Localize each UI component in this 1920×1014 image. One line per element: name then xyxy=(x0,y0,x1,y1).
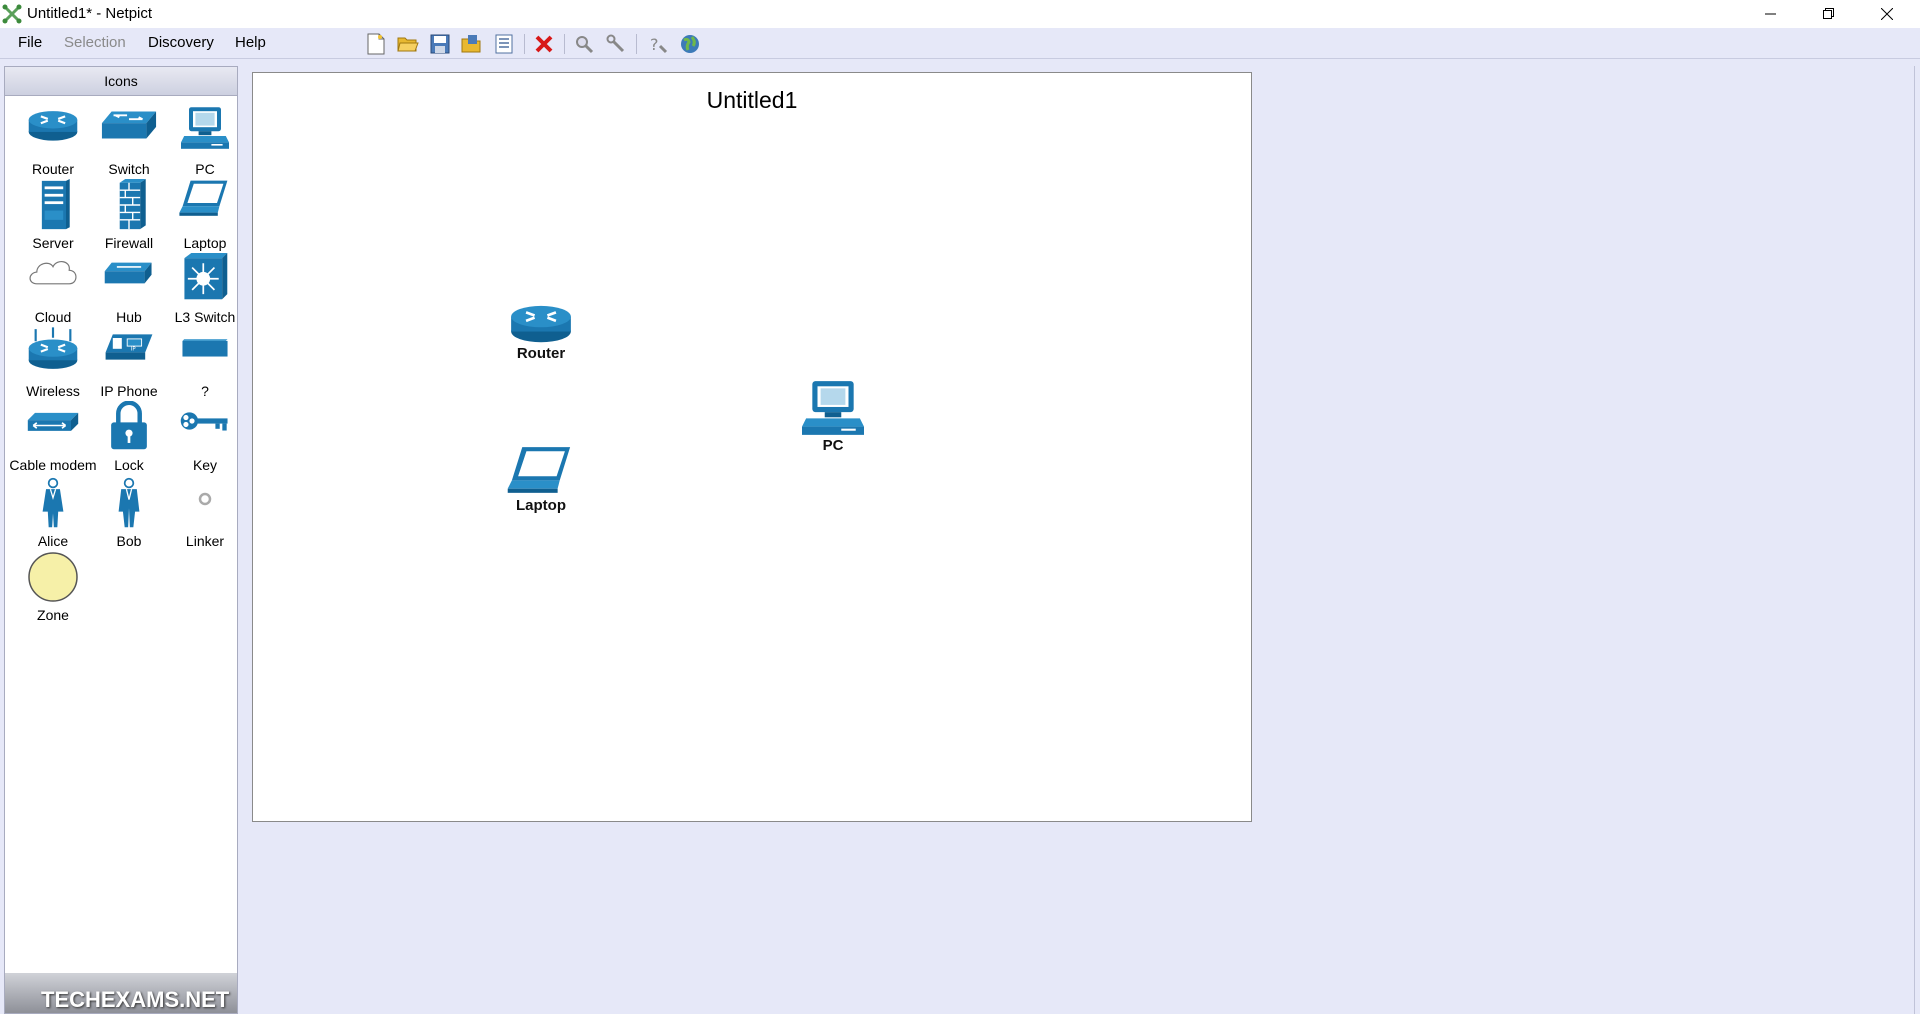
techexams-logo: TECHEXAMS.NET xyxy=(5,973,237,1013)
save-button[interactable] xyxy=(428,32,452,56)
node-label: Laptop xyxy=(516,497,566,514)
linker-icon xyxy=(198,492,212,506)
save-disk-icon xyxy=(430,34,450,54)
switch-icon xyxy=(100,105,158,145)
key-icon xyxy=(179,401,231,441)
wrench-icon xyxy=(606,34,625,53)
cable-modem-icon xyxy=(26,401,80,441)
palette-linker[interactable]: Linker xyxy=(165,477,245,549)
menu-selection[interactable]: Selection xyxy=(64,34,126,51)
laptop-icon xyxy=(505,445,577,497)
diagram-node-router[interactable]: Router xyxy=(501,301,581,362)
minimize-icon xyxy=(1765,13,1776,15)
diagram-node-laptop[interactable]: Laptop xyxy=(499,445,583,514)
netpict-logo-icon xyxy=(2,4,22,24)
palette-label: L3 Switch xyxy=(174,309,236,325)
search-icon xyxy=(576,36,594,54)
minimize-button[interactable] xyxy=(1742,0,1800,28)
palette-label: Linker xyxy=(185,533,225,549)
window-title: Untitled1* - Netpict xyxy=(27,5,153,22)
diagram-node-pc[interactable]: PC xyxy=(793,379,873,454)
palette-key[interactable]: Key xyxy=(165,401,245,473)
node-label: Router xyxy=(516,345,566,362)
node-label: PC xyxy=(822,437,844,454)
new-document-icon xyxy=(367,33,385,55)
wireless-router-icon xyxy=(27,327,79,371)
svg-text:?: ? xyxy=(650,35,659,54)
server-icon xyxy=(33,179,73,231)
close-icon xyxy=(1881,8,1893,20)
search-button[interactable] xyxy=(572,32,596,56)
export-button[interactable] xyxy=(460,32,484,56)
diagram-title[interactable]: Untitled1 xyxy=(253,87,1251,114)
palette-zone[interactable]: Zone xyxy=(13,551,93,623)
menu-bar: File Selection Discovery Help ? xyxy=(0,28,1920,59)
icons-panel-header: Icons xyxy=(5,67,237,96)
title-bar: Untitled1* - Netpict xyxy=(0,0,1920,28)
diagram-page[interactable]: Untitled1 Router PC Laptop xyxy=(252,72,1252,822)
zone-icon xyxy=(27,551,79,603)
delete-button[interactable] xyxy=(532,32,556,56)
restore-icon xyxy=(1823,8,1834,19)
woman-icon xyxy=(40,477,66,529)
palette-generic-device[interactable]: ? xyxy=(165,327,245,399)
help-button[interactable]: ? xyxy=(646,32,670,56)
palette-l3-switch[interactable]: L3 Switch xyxy=(165,253,245,325)
palette-label: Key xyxy=(192,457,218,473)
menu-help[interactable]: Help xyxy=(235,34,266,51)
close-button[interactable] xyxy=(1858,0,1916,28)
vertical-scrollbar[interactable] xyxy=(1914,66,1920,1014)
pc-icon xyxy=(181,105,229,151)
lock-icon xyxy=(108,401,150,451)
tools-button[interactable] xyxy=(604,32,628,56)
firewall-icon xyxy=(109,179,149,231)
icons-panel: Icons Router Switch PC Server Firewall L… xyxy=(4,66,238,1014)
generic-device-icon xyxy=(179,327,231,367)
palette-label: ? xyxy=(201,383,209,399)
website-button[interactable] xyxy=(678,32,702,56)
menu-file[interactable]: File xyxy=(18,34,42,51)
document-list-icon xyxy=(495,34,513,54)
hub-icon xyxy=(103,253,155,293)
help-question-icon: ? xyxy=(650,35,668,54)
logo-text: TECHEXAMS.NET xyxy=(41,987,230,1012)
delete-x-icon xyxy=(535,35,553,53)
palette-label: PC xyxy=(195,161,215,177)
export-folder-icon xyxy=(461,35,481,53)
pc-icon xyxy=(802,379,864,437)
palette-pc[interactable]: PC xyxy=(165,105,245,177)
router-icon xyxy=(27,105,79,145)
man-icon xyxy=(116,477,142,529)
ip-phone-icon xyxy=(102,327,156,367)
palette-label: Laptop xyxy=(183,235,227,251)
laptop-icon xyxy=(179,179,231,219)
router-icon xyxy=(509,301,573,345)
open-button[interactable] xyxy=(396,32,420,56)
toolbar-separator xyxy=(524,34,525,54)
open-folder-icon xyxy=(397,37,419,52)
properties-button[interactable] xyxy=(492,32,516,56)
new-button[interactable] xyxy=(364,32,388,56)
globe-icon xyxy=(681,35,699,53)
restore-button[interactable] xyxy=(1800,0,1858,28)
toolbar-separator xyxy=(636,34,637,54)
toolbar-separator xyxy=(564,34,565,54)
l3-switch-icon xyxy=(180,253,230,301)
cloud-icon xyxy=(26,253,80,293)
menu-discovery[interactable]: Discovery xyxy=(148,34,214,51)
palette-label: Zone xyxy=(37,607,69,623)
palette-laptop[interactable]: Laptop xyxy=(165,179,245,251)
